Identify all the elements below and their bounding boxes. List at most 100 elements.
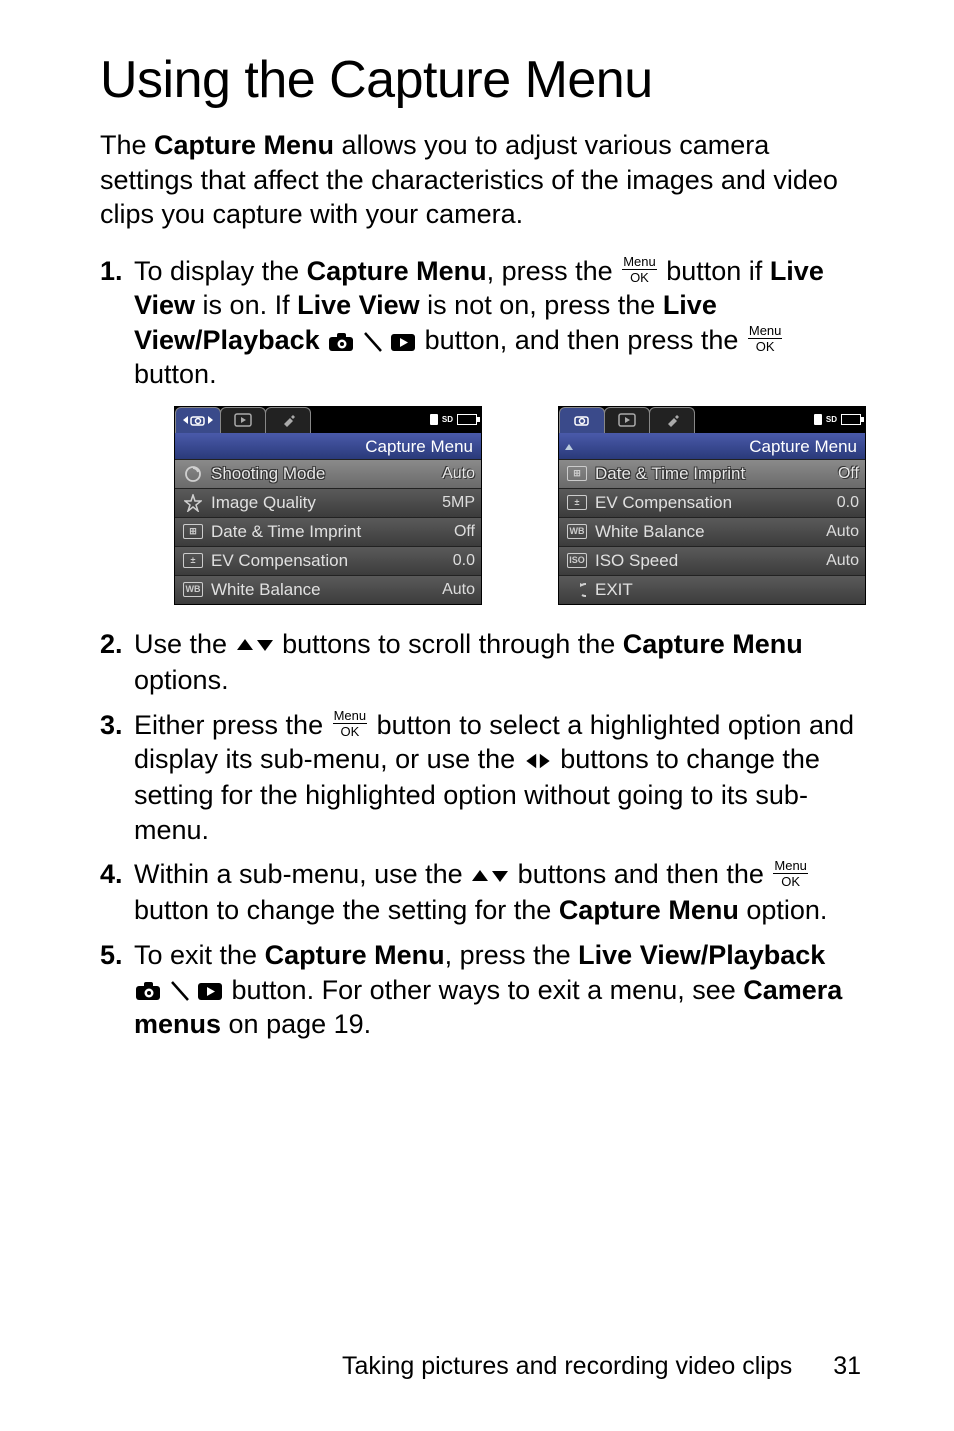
text: , press the (487, 256, 621, 286)
intro-paragraph: The Capture Menu allows you to adjust va… (100, 128, 869, 232)
text: options. (134, 665, 229, 695)
row-label: White Balance (211, 579, 436, 601)
bold: Live View (297, 290, 420, 320)
menu-label: Menu (622, 255, 657, 270)
text: button. (134, 359, 217, 389)
menu-row-iso: ISO ISO Speed Auto (559, 546, 865, 575)
text: Use the (134, 629, 235, 659)
menu-row-date-time: ⊞ Date & Time Imprint Off (559, 459, 865, 488)
camera-playback-icon (327, 331, 417, 353)
text: button to change the setting for the (134, 895, 559, 925)
menu-ok-icon: MenuOK (773, 859, 808, 888)
ev-icon: ± (181, 553, 205, 568)
camera-playback-icon (134, 980, 224, 1002)
tab-setup (265, 407, 311, 433)
step-2: Use the buttons to scroll through the Ca… (100, 627, 869, 698)
row-value: Auto (826, 551, 859, 571)
text: button. For other ways to exit a menu, s… (224, 975, 743, 1005)
bold: Live View/Playback (578, 940, 825, 970)
menu-row-white-balance: WB White Balance Auto (559, 517, 865, 546)
row-value: Off (454, 522, 475, 542)
menu-ok-icon: MenuOK (333, 709, 368, 738)
ok-label: OK (781, 874, 800, 888)
step-1: To display the Capture Menu, press the M… (100, 254, 869, 605)
bold: Capture Menu (307, 256, 487, 286)
menu-title-bar: Capture Menu (175, 433, 481, 459)
row-value: 0.0 (837, 493, 859, 513)
row-value: Auto (442, 464, 475, 484)
tab-bar: SD (175, 407, 481, 433)
tab-setup (649, 407, 695, 433)
bold: Capture Menu (623, 629, 803, 659)
row-value: Off (838, 464, 859, 484)
menu-label: Menu (748, 324, 783, 339)
text: buttons and then the (510, 859, 771, 889)
menu-title: Capture Menu (175, 436, 473, 458)
tab-playback (220, 407, 266, 433)
footer-text: Taking pictures and recording video clip… (342, 1352, 792, 1380)
text: Either press the (134, 710, 331, 740)
capture-menu-screenshot-1: SD Capture Menu Shooting Mode Auto Image… (174, 406, 482, 605)
text: To display the (134, 256, 307, 286)
row-label: ISO Speed (595, 550, 820, 572)
menu-row-ev-comp: ± EV Compensation 0.0 (175, 546, 481, 575)
row-label: EXIT (595, 579, 853, 601)
wb-icon: WB (181, 582, 205, 597)
sd-card-icon (430, 414, 438, 425)
row-value: Auto (826, 522, 859, 542)
screenshots-container: SD Capture Menu Shooting Mode Auto Image… (174, 406, 869, 605)
menu-row-exit: EXIT (559, 575, 865, 604)
up-down-arrows-icon (470, 859, 510, 894)
date-imprint-icon: ⊞ (181, 524, 205, 539)
battery-icon (841, 414, 861, 425)
ev-icon: ± (565, 495, 589, 510)
row-label: Shooting Mode (211, 463, 436, 485)
step-5: To exit the Capture Menu, press the Live… (100, 938, 869, 1042)
row-value: Auto (442, 580, 475, 600)
text: To exit the (134, 940, 265, 970)
text: is on. If (195, 290, 297, 320)
steps-list: To display the Capture Menu, press the M… (100, 254, 869, 1052)
sd-label: SD (826, 415, 837, 425)
battery-icon (457, 414, 477, 425)
intro-bold: Capture Menu (154, 130, 334, 160)
menu-row-ev-comp: ± EV Compensation 0.0 (559, 488, 865, 517)
tab-bar: SD (559, 407, 865, 433)
star-icon (181, 494, 205, 512)
status-icons: SD (430, 407, 481, 433)
page-footer: Taking pictures and recording video clip… (100, 1352, 869, 1381)
row-label: Date & Time Imprint (211, 521, 448, 543)
menu-row-date-time: ⊞ Date & Time Imprint Off (175, 517, 481, 546)
row-label: EV Compensation (595, 492, 831, 514)
row-label: White Balance (595, 521, 820, 543)
tab-camera (559, 407, 605, 433)
row-label: EV Compensation (211, 550, 447, 572)
menu-row-image-quality: Image Quality 5MP (175, 488, 481, 517)
menu-row-shooting-mode: Shooting Mode Auto (175, 459, 481, 488)
text: buttons to scroll through the (275, 629, 623, 659)
text: option. (739, 895, 828, 925)
sd-label: SD (442, 415, 453, 425)
capture-menu-screenshot-2: SD Capture Menu ⊞ Date & Time Imprint Of… (558, 406, 866, 605)
row-value: 5MP (442, 493, 475, 513)
menu-ok-icon: MenuOK (622, 255, 657, 284)
row-label: Date & Time Imprint (595, 463, 832, 485)
status-icons: SD (814, 407, 865, 433)
text: button if (659, 256, 770, 286)
menu-ok-icon: MenuOK (748, 324, 783, 353)
step-4: Within a sub-menu, use the buttons and t… (100, 857, 869, 928)
wb-icon: WB (565, 524, 589, 539)
tab-playback (604, 407, 650, 433)
exit-icon (565, 582, 589, 598)
iso-icon: ISO (565, 553, 589, 568)
ok-label: OK (756, 339, 775, 353)
step-3: Either press the MenuOK button to select… (100, 708, 869, 848)
row-value: 0.0 (453, 551, 475, 571)
text: Within a sub-menu, use the (134, 859, 470, 889)
menu-title: Capture Menu (575, 436, 857, 458)
left-right-arrows-icon (523, 744, 553, 779)
scroll-up-icon (563, 436, 575, 458)
text: is not on, press the (420, 290, 663, 320)
bold: Capture Menu (265, 940, 445, 970)
bold: Capture Menu (559, 895, 739, 925)
